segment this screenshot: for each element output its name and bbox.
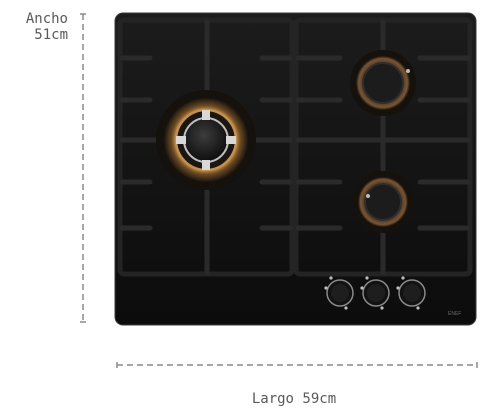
- width-dimension-line: [80, 13, 86, 323]
- burner-right-front: [352, 171, 414, 233]
- cooktop-illustration: ENEF: [80, 12, 478, 368]
- burner-right-rear: [350, 50, 416, 116]
- burner-large: [156, 90, 256, 190]
- length-dimension-line: [116, 362, 478, 368]
- brand-logo: ENEF: [448, 311, 461, 317]
